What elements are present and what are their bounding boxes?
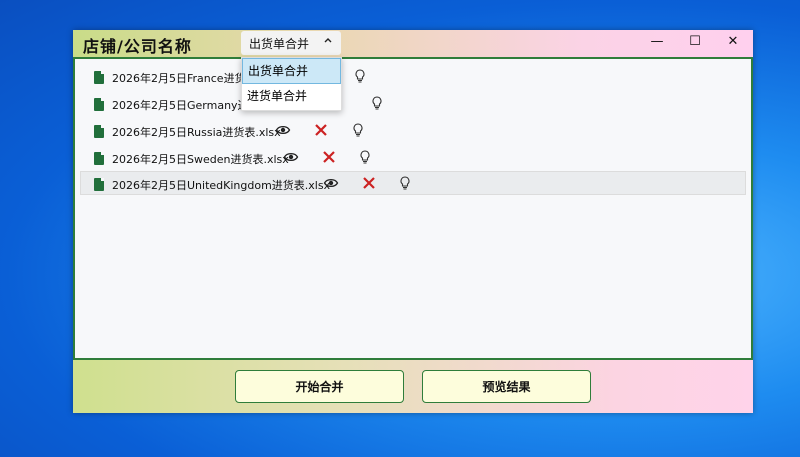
lightbulb-icon[interactable] [369, 95, 385, 111]
merge-type-dropdown: 出货单合并 进货单合并 [241, 57, 342, 111]
preview-result-button[interactable]: 预览结果 [422, 370, 591, 403]
lightbulb-icon[interactable] [397, 175, 413, 191]
delete-icon[interactable] [313, 122, 329, 138]
lightbulb-icon[interactable] [357, 149, 373, 165]
file-name: 2026年2月5日UnitedKingdom进货表.xlsx [112, 179, 331, 192]
app-window: 店铺/公司名称 出货单合并 — ☐ ✕ 2026年2月5日France进货表.x… [73, 30, 753, 413]
dropdown-option[interactable]: 进货单合并 [242, 84, 341, 110]
file-name: 2026年2月5日Sweden进货表.xlsx [112, 153, 289, 166]
dropdown-option[interactable]: 出货单合并 [242, 58, 341, 84]
file-row-selected[interactable]: 2026年2月5日UnitedKingdom进货表.xlsx [80, 171, 746, 195]
excel-file-icon [94, 152, 104, 165]
close-button[interactable]: ✕ [723, 34, 743, 52]
merge-type-selected: 出货单合并 [249, 36, 310, 51]
merge-type-select[interactable]: 出货单合并 [241, 31, 341, 55]
minimize-button[interactable]: — [647, 34, 667, 52]
delete-icon[interactable] [321, 149, 337, 165]
lightbulb-icon[interactable] [352, 68, 368, 84]
file-list: 2026年2月5日France进货表.xlsx 2026年2月5日Germany… [73, 57, 753, 360]
excel-file-icon [94, 71, 104, 84]
eye-icon[interactable] [323, 175, 339, 191]
start-merge-button[interactable]: 开始合并 [235, 370, 404, 403]
title-bar[interactable]: 店铺/公司名称 出货单合并 — ☐ ✕ [73, 30, 753, 57]
excel-file-icon [94, 178, 104, 191]
eye-icon[interactable] [275, 122, 291, 138]
file-name: 2026年2月5日Russia进货表.xlsx [112, 126, 281, 139]
action-bar: 开始合并 预览结果 [73, 360, 753, 413]
delete-icon[interactable] [361, 175, 377, 191]
eye-icon[interactable] [283, 149, 299, 165]
app-title: 店铺/公司名称 [83, 37, 192, 56]
lightbulb-icon[interactable] [350, 122, 366, 138]
maximize-button[interactable]: ☐ [685, 34, 705, 52]
chevron-up-icon [323, 35, 333, 48]
excel-file-icon [94, 125, 104, 138]
excel-file-icon [94, 98, 104, 111]
